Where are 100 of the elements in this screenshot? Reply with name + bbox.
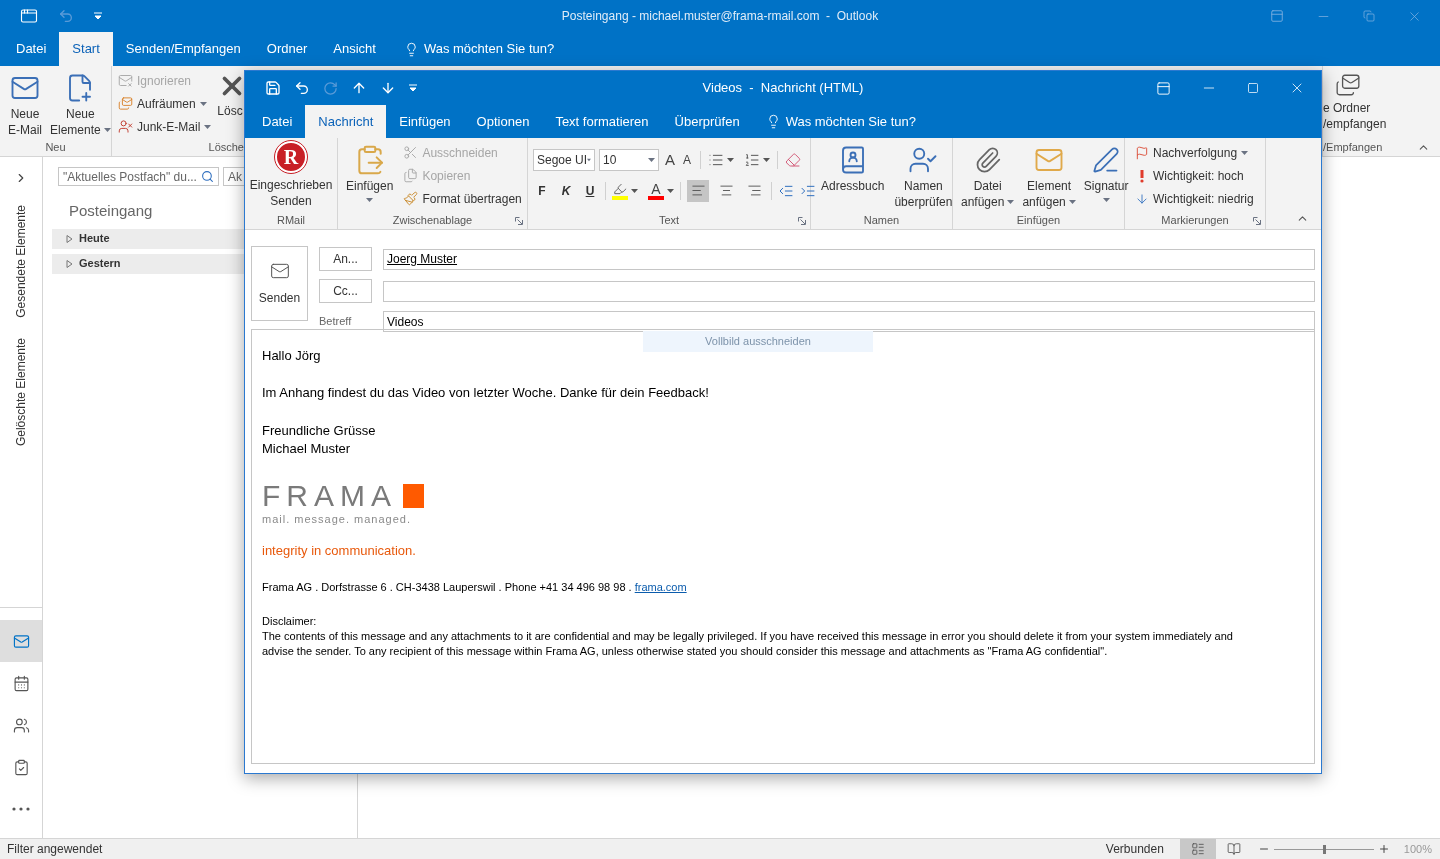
tell-me-field[interactable]: Was möchten Sie tun? [752, 105, 929, 138]
dialog-launcher-icon[interactable] [1253, 217, 1261, 225]
normal-view-icon [1190, 842, 1205, 856]
app-icon[interactable] [20, 7, 38, 25]
eraser-icon[interactable] [785, 152, 802, 169]
zoom-slider[interactable] [1273, 844, 1374, 854]
cc-field[interactable] [383, 280, 1315, 302]
address-line: Frama AG . Dorfstrasse 6 . CH-3438 Lauperswil . Phone +41 34 496 98 98 . frama.com [262, 580, 688, 595]
folder-link[interactable]: Gesendete Elemente [12, 205, 30, 318]
align-icon [718, 183, 734, 198]
ribbon-tab[interactable]: Datei [249, 105, 306, 138]
font-size-select[interactable]: 10 [599, 149, 659, 172]
ribbon-tab[interactable]: Datei [3, 32, 60, 66]
ribbon-button[interactable]: Namen überprüfen [890, 141, 957, 210]
group-label: Markierungen [1161, 212, 1229, 228]
status-text: Filter angewendet [6, 841, 103, 858]
website-link[interactable]: frama.com [634, 581, 687, 593]
search-field[interactable]: "Aktuelles Postfach" du... [58, 167, 219, 186]
view-button[interactable] [1179, 838, 1216, 859]
ribbon-tab[interactable]: Optionen [463, 105, 543, 138]
ribbon-button[interactable]: Format übertragen [401, 187, 524, 210]
ribbon-button[interactable]: Einfügen [342, 141, 398, 202]
ribbon-button[interactable]: Aufräumen [116, 92, 214, 115]
ribbon-button[interactable]: Nachverfolgung [1133, 141, 1256, 164]
ribbon-button[interactable]: Wichtigkeit: hoch [1133, 164, 1256, 187]
ribbon-tab[interactable]: Senden/Empfangen [112, 32, 254, 66]
customize-icon[interactable] [409, 84, 417, 92]
group-header[interactable]: Gestern [52, 253, 244, 274]
font-select[interactable]: Segoe UI [533, 149, 595, 172]
dialog-launcher-icon[interactable] [515, 217, 523, 225]
grow-font-button[interactable]: A [663, 149, 677, 172]
numbering-button[interactable] [744, 152, 771, 169]
tell-me-field[interactable]: Was möchten Sie tun? [388, 32, 570, 66]
ribbon-button[interactable]: Wichtigkeit: niedrig [1133, 187, 1256, 210]
caret-icon [667, 188, 674, 193]
caret-icon [1007, 199, 1015, 204]
save-icon[interactable] [265, 80, 281, 96]
ribbon-tab[interactable]: Überprüfen [661, 105, 753, 138]
group-label: Text [658, 212, 680, 228]
window-title: Videos - Nachricht (HTML) [702, 79, 864, 98]
logo-tagline: mail. message. managed. [262, 512, 412, 526]
dialog-launcher-icon[interactable] [798, 217, 806, 225]
ribbon-button[interactable]: Signatur [1079, 141, 1133, 202]
ribbon-button[interactable]: Junk-E-Mail [116, 115, 214, 138]
bold-button[interactable]: F [533, 181, 551, 200]
caret-icon [199, 101, 207, 106]
ribbon-button[interactable]: Adressbuch [817, 141, 889, 210]
arrow-down-icon [1135, 191, 1149, 206]
group-label: Einfügen [1016, 212, 1061, 228]
tooltip: Vollbild ausschneiden [643, 331, 873, 352]
caret-icon [1068, 199, 1076, 204]
ribbon-tab[interactable]: Start [59, 32, 113, 66]
ribbon-tab[interactable]: Einfügen [386, 105, 464, 138]
ribbon-button[interactable]: Lösc [217, 69, 248, 138]
customize-icon[interactable] [94, 12, 102, 20]
highlight-button[interactable] [612, 181, 638, 200]
ribbon-button[interactable]: Datei anfügen [957, 141, 1019, 210]
ribbon-button[interactable]: R Eingeschrieben Senden [249, 141, 333, 209]
flag-icon [1135, 145, 1149, 160]
undo-icon[interactable] [294, 80, 310, 96]
ribbon-tab[interactable]: Ansicht [320, 32, 389, 66]
ribbon-tab[interactable]: Nachricht [305, 105, 387, 138]
group-header[interactable]: Heute [52, 228, 244, 249]
ribbon-tab[interactable]: Ordner [253, 32, 321, 66]
people-icon [12, 716, 30, 734]
caret-icon [1241, 150, 1249, 155]
caret-icon [631, 188, 638, 193]
calendar-icon [12, 674, 30, 692]
font-color-button[interactable]: A [648, 181, 674, 200]
closing-line: Freundliche Grüsse [262, 422, 377, 440]
connection-status: Verbunden [1105, 841, 1164, 858]
group-label: RMail [276, 212, 306, 228]
align-icon [746, 183, 762, 198]
closing-line: Michael Muster [262, 440, 352, 458]
logo-wordmark: FRAMA [262, 480, 397, 512]
envelopes-icon [1335, 72, 1361, 98]
ribbon-button[interactable]: Neue E-Mail [4, 69, 46, 138]
ribbon-button[interactable]: Neue Elemente [46, 69, 115, 138]
ribbon-tab[interactable]: Text formatieren [542, 105, 662, 138]
copy-icon [403, 168, 419, 183]
cc-button[interactable]: Cc... [319, 279, 372, 303]
send-button[interactable]: Senden [251, 246, 308, 321]
underline-button[interactable]: U [581, 181, 599, 200]
to-field[interactable]: Joerg Muster [383, 248, 1315, 270]
module-button[interactable] [0, 620, 42, 662]
people-check-icon [908, 145, 939, 175]
folder-link[interactable]: Gelöschte Elemente [12, 337, 30, 446]
group-label: Zwischenablage [392, 212, 473, 228]
maximize-icon[interactable] [1247, 82, 1259, 94]
to-button[interactable]: An... [319, 247, 372, 271]
align-icon [690, 183, 706, 198]
more-icon [12, 807, 30, 811]
shrink-font-button[interactable]: A [681, 151, 694, 170]
group-label: /Empfangen [1323, 139, 1383, 155]
ribbon-button[interactable]: e Ordner /empfangen [1323, 100, 1440, 132]
zoom-in-icon[interactable] [1377, 843, 1390, 855]
ribbon-button[interactable]: Element anfügen [1018, 141, 1080, 210]
italic-button[interactable]: K [557, 181, 575, 200]
align-button[interactable] [687, 179, 709, 202]
message-body[interactable] [251, 329, 1315, 764]
